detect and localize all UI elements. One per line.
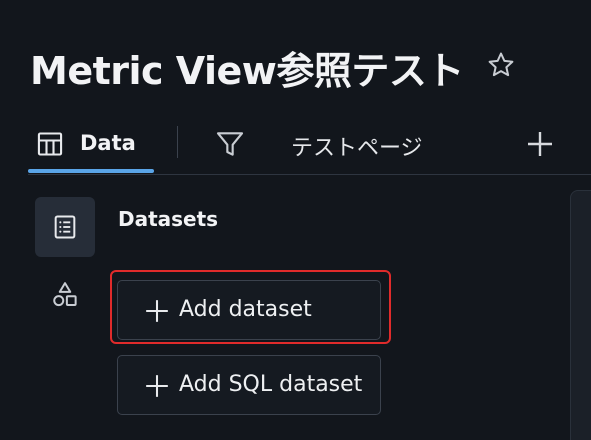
page-title: Metric View参照テスト [30,48,464,93]
sidebar-item-datasets[interactable] [35,197,95,257]
tab-divider [177,126,178,158]
dashboard-editor: Metric View参照テスト Data テストページ Datasets Ad… [0,0,591,440]
page-tabs: Data テストページ [28,118,591,175]
filter-icon[interactable] [214,128,246,160]
shapes-icon[interactable] [50,280,80,310]
add-page-icon[interactable] [524,128,556,160]
add-sql-dataset-label: Add SQL dataset [179,372,363,397]
active-tab-indicator [28,169,154,173]
plus-icon [146,300,168,322]
dataset-list-icon [54,215,76,239]
add-sql-dataset-button[interactable]: Add SQL dataset [117,355,381,415]
add-dataset-label: Add dataset [179,297,312,322]
add-dataset-button[interactable]: Add dataset [117,280,381,340]
table-grid-icon [37,132,63,156]
tab-data-label: Data [80,131,136,155]
datasets-heading: Datasets [118,207,219,231]
star-icon[interactable] [486,50,516,80]
title-row: Metric View参照テスト [30,38,464,96]
tab-data[interactable]: Data [28,118,154,173]
plus-icon [146,375,168,397]
canvas-panel-edge [570,190,591,440]
tab-test-page[interactable]: テストページ [291,130,423,162]
